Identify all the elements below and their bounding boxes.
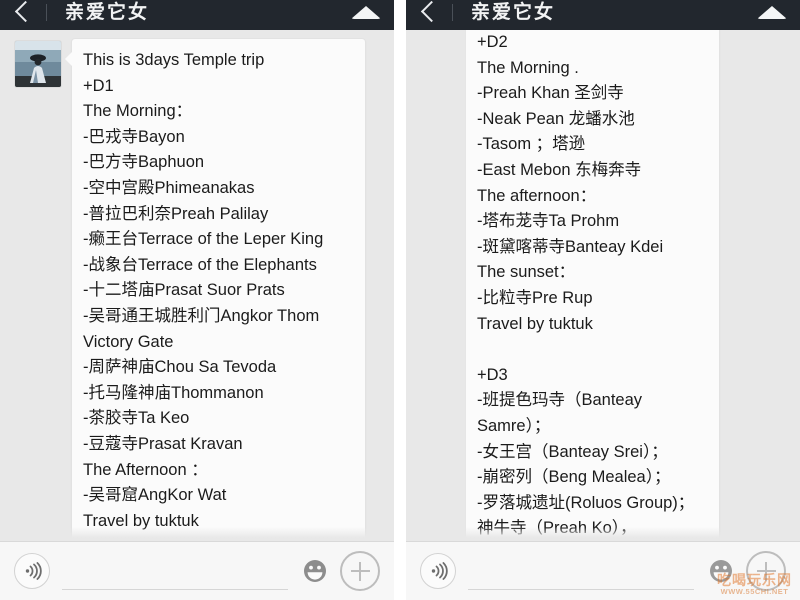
emoji-button[interactable] [706, 556, 736, 586]
phone-screen-left: 亲爱它女 This is 3days Temple trip +D1 The M… [0, 0, 394, 600]
avatar[interactable] [15, 41, 61, 87]
add-attachment-button[interactable] [340, 551, 380, 591]
message-row: This is 3days Temple trip +D1 The Mornin… [0, 30, 394, 541]
message-bubble[interactable]: +D2 The Morning . -Preah Khan 圣剑寺 -Neak … [466, 30, 720, 541]
message-input[interactable] [62, 557, 288, 590]
profile-button[interactable] [338, 0, 394, 27]
screen-gutter [394, 0, 406, 600]
voice-wave-icon [431, 562, 448, 580]
avatar-photo-icon [15, 41, 61, 87]
profile-button[interactable] [744, 0, 800, 27]
phone-screen-right: 亲爱它女 +D2 The Morning . -Preah Khan 圣剑寺 -… [406, 0, 800, 600]
bubble-wrapper: +D2 The Morning . -Preah Khan 圣剑寺 -Neak … [466, 30, 800, 541]
back-button[interactable] [406, 0, 452, 30]
emoji-button[interactable] [300, 556, 330, 586]
dual-screenshot-container: 亲爱它女 This is 3days Temple trip +D1 The M… [0, 0, 800, 600]
page-title: 亲爱它女 [471, 1, 556, 23]
back-chevron-icon [14, 0, 36, 22]
back-button[interactable] [0, 0, 46, 30]
smiley-face-icon [710, 560, 732, 582]
chat-scroll-area-right[interactable]: +D2 The Morning . -Preah Khan 圣剑寺 -Neak … [406, 30, 800, 541]
back-chevron-icon [420, 0, 442, 22]
message-text: +D2 The Morning . -Preah Khan 圣剑寺 -Neak … [477, 33, 695, 538]
watermark-url: WWW.55CHI.NET [720, 587, 789, 596]
message-text: This is 3days Temple trip +D1 The Mornin… [83, 51, 324, 530]
smiley-face-icon [304, 560, 326, 582]
voice-wave-icon [25, 562, 42, 580]
profile-triangle-icon [757, 5, 787, 19]
message-row: +D2 The Morning . -Preah Khan 圣剑寺 -Neak … [406, 30, 800, 541]
profile-triangle-icon [351, 5, 381, 19]
voice-button[interactable] [14, 553, 50, 589]
bubble-wrapper: This is 3days Temple trip +D1 The Mornin… [64, 38, 394, 541]
message-bubble[interactable]: This is 3days Temple trip +D1 The Mornin… [64, 38, 366, 541]
composer-toolbar-right: 吃喝玩乐网 WWW.55CHI.NET [406, 541, 800, 600]
title-bar: 亲爱它女 [406, 0, 800, 30]
page-title: 亲爱它女 [65, 1, 150, 23]
voice-button[interactable] [420, 553, 456, 589]
composer-toolbar-left [0, 541, 394, 600]
add-attachment-button[interactable] [746, 551, 786, 591]
chat-scroll-area-left[interactable]: This is 3days Temple trip +D1 The Mornin… [0, 30, 394, 541]
title-bar: 亲爱它女 [0, 0, 394, 30]
message-input[interactable] [468, 557, 694, 590]
